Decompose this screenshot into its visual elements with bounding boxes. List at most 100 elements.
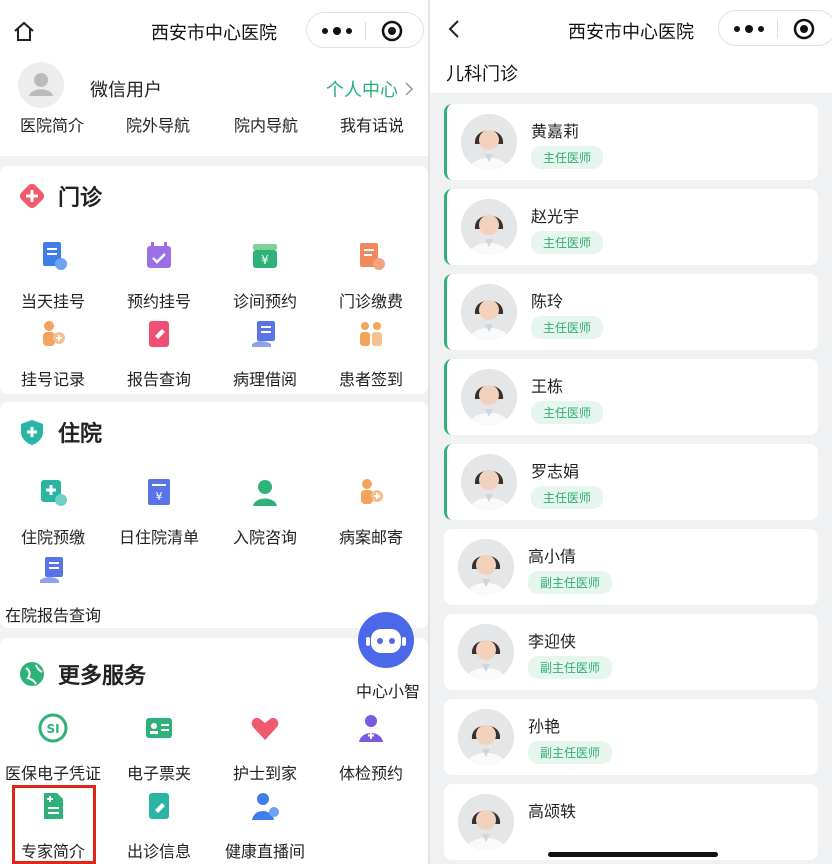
- navbar: 西安市中心医院: [0, 0, 428, 62]
- user-avatar-icon: [29, 73, 53, 96]
- shield-cross-icon: [21, 420, 43, 445]
- assistant-label: 中心小智: [356, 682, 421, 701]
- nurse-home-visit[interactable]: 护士到家: [212, 712, 318, 784]
- health-live-room[interactable]: 健康直播间: [212, 790, 318, 862]
- personal-center-link[interactable]: 个人中心: [326, 76, 414, 102]
- svg-text:¥: ¥: [156, 490, 163, 503]
- user-card: 微信用户 个人中心 医院简介 院外导航 院内导航 我有话说: [0, 62, 428, 156]
- robot-icon: [366, 629, 406, 653]
- medical-insurance-voucher[interactable]: SI 医保电子凭证: [0, 712, 106, 784]
- quick-link-outside-nav[interactable]: 院外导航: [126, 112, 190, 136]
- daily-inpatient-bill[interactable]: ¥ 日住院清单: [106, 476, 212, 548]
- doctor-title-badge: 主任医师: [531, 146, 604, 169]
- clinic-schedule-info[interactable]: 出诊信息: [106, 790, 212, 862]
- more-services-title: 更多服务: [58, 664, 147, 689]
- avatar[interactable]: [18, 62, 64, 108]
- doctor-portrait-icon: [461, 284, 517, 340]
- item-label: 入院咨询: [232, 528, 297, 547]
- more-icon[interactable]: [729, 19, 769, 39]
- item-label: 患者签到: [338, 370, 403, 389]
- doctor-card[interactable]: 李迎侠 副主任医师: [444, 614, 818, 690]
- mini-program-capsule: [718, 10, 832, 46]
- doctor-photo: [461, 114, 517, 170]
- doctor-title-badge: 副主任医师: [528, 741, 613, 764]
- heart-hands-icon: [251, 717, 279, 740]
- doctor-title-badge: 主任医师: [531, 486, 604, 509]
- clinic-appointment[interactable]: ¥ 诊间预约: [212, 240, 318, 312]
- doctor-portrait-icon: [461, 199, 517, 255]
- document-hand-icon: [252, 321, 275, 347]
- more-services-header: 更多服务: [18, 658, 146, 690]
- item-label: 病案邮寄: [338, 528, 403, 547]
- doctor-card[interactable]: 高小倩 副主任医师: [444, 529, 818, 605]
- inpatient-header: 住院: [18, 416, 102, 448]
- item-label: 体检预约: [338, 764, 403, 783]
- doctor-card[interactable]: 罗志娟 主任医师: [444, 444, 818, 520]
- bill-icon: [360, 243, 385, 270]
- item-label: 挂号记录: [20, 370, 85, 389]
- doctor-icon: [359, 715, 383, 742]
- doctor-photo: [461, 369, 517, 425]
- username: 微信用户: [90, 80, 162, 101]
- quick-link-feedback[interactable]: 我有话说: [340, 112, 404, 136]
- pathology-borrow[interactable]: 病理借阅: [212, 318, 318, 390]
- home-indicator: [548, 852, 718, 857]
- e-ticket-folder[interactable]: 电子票夹: [106, 712, 212, 784]
- document-hand-icon: [40, 557, 63, 583]
- doctor-photo: [461, 454, 517, 510]
- in-hospital-report[interactable]: 在院报告查询: [0, 554, 106, 626]
- calendar-icon: [147, 242, 171, 268]
- item-label: 医保电子凭证: [4, 764, 101, 783]
- appointment-registration[interactable]: 预约挂号: [106, 240, 212, 312]
- more-icon[interactable]: [317, 21, 357, 41]
- doctor-photo: [458, 624, 514, 680]
- close-mini-program-icon[interactable]: [793, 18, 815, 40]
- item-label: 在院报告查询: [4, 606, 101, 625]
- inpatient-prepay[interactable]: 住院预缴: [0, 476, 106, 548]
- report-query[interactable]: 报告查询: [106, 318, 212, 390]
- medical-cross-icon: [19, 183, 45, 209]
- doctor-card[interactable]: 陈玲 主任医师: [444, 274, 818, 350]
- doctor-card[interactable]: 赵光宇 主任医师: [444, 189, 818, 265]
- doctor-card[interactable]: 孙艳 副主任医师: [444, 699, 818, 775]
- doctor-name: 高颂轶: [528, 802, 577, 821]
- doctor-photo: [461, 284, 517, 340]
- doctor-name: 李迎侠: [528, 632, 577, 651]
- registration-records[interactable]: 挂号记录: [0, 318, 106, 390]
- doctor-name: 罗志娟: [531, 462, 580, 481]
- inpatient-title: 住院: [58, 422, 103, 447]
- admission-consult[interactable]: 入院咨询: [212, 476, 318, 548]
- doctor-photo: [461, 199, 517, 255]
- navbar: 西安市中心医院: [430, 0, 832, 58]
- doctor-title-badge: 副主任医师: [528, 571, 613, 594]
- outpatient-payment[interactable]: 门诊缴费: [318, 240, 424, 312]
- globe-icon: [20, 662, 44, 686]
- id-card-icon: [146, 718, 172, 738]
- doctor-portrait-icon: [461, 114, 517, 170]
- same-day-registration[interactable]: 当天挂号: [0, 240, 106, 312]
- edit-note-icon: [149, 793, 169, 819]
- doctor-card[interactable]: 黄嘉莉 主任医师: [444, 104, 818, 180]
- headset-agent-icon: [253, 480, 277, 506]
- quick-link-intro[interactable]: 医院简介: [20, 112, 84, 136]
- outpatient-title: 门诊: [58, 186, 103, 211]
- physical-exam-booking[interactable]: 体检预约: [318, 712, 424, 784]
- doctor-card[interactable]: 高颂轶: [444, 784, 818, 860]
- department-header: 儿科门诊: [430, 58, 832, 94]
- close-mini-program-icon[interactable]: [381, 20, 403, 42]
- doctor-name: 赵光宇: [531, 207, 580, 226]
- patient-check-in[interactable]: 患者签到: [318, 318, 424, 390]
- quick-link-inside-nav[interactable]: 院内导航: [234, 112, 298, 136]
- item-label: 预约挂号: [126, 292, 191, 311]
- hospital-yen-icon: [41, 480, 67, 506]
- medical-record-mail[interactable]: 病案邮寄: [318, 476, 424, 548]
- item-label: 住院预缴: [20, 528, 85, 547]
- assistant-button[interactable]: [358, 612, 414, 668]
- hospital-home-screen: 西安市中心医院 微信用户 个人中心 医院简介 院外导航 院内导航 我有话说 门诊: [0, 0, 428, 864]
- wallet-yen-icon: ¥: [253, 244, 277, 268]
- personal-center-label: 个人中心: [326, 80, 398, 101]
- report-icon: [149, 321, 169, 347]
- doctor-card[interactable]: 王栋 主任医师: [444, 359, 818, 435]
- insurance-logo-icon: SI: [38, 713, 68, 743]
- item-label: 出诊信息: [126, 842, 191, 861]
